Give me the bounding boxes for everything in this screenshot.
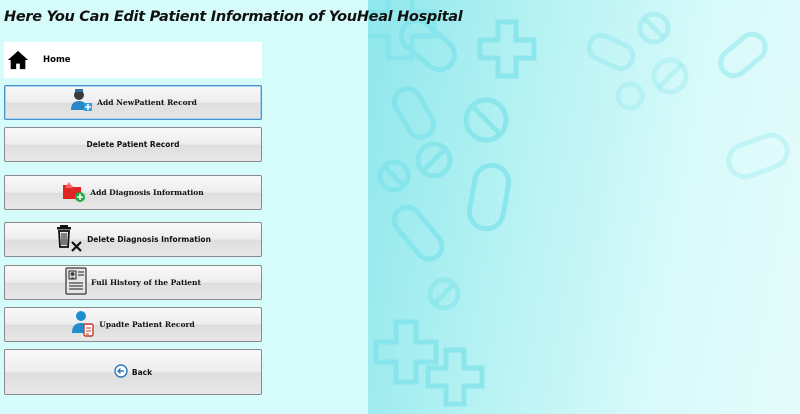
add-diagnosis-information-button[interactable]: Add Diagnosis Information xyxy=(4,175,262,210)
trash-delete-icon xyxy=(55,223,83,257)
delete-patient-record-label: Delete Patient Record xyxy=(86,140,180,149)
user-edit-icon xyxy=(71,309,95,341)
update-patient-record-button[interactable]: Upadte Patient Record xyxy=(4,307,262,342)
home-label: Home xyxy=(43,55,71,65)
back-button[interactable]: Back xyxy=(4,349,262,395)
back-arrow-icon xyxy=(114,363,128,382)
doctor-add-icon xyxy=(69,88,93,118)
delete-diagnosis-information-label: Delete Diagnosis Information xyxy=(87,235,211,244)
add-new-patient-record-button[interactable]: Add NewPatient Record xyxy=(4,85,262,120)
patient-card-icon xyxy=(65,266,87,299)
decorative-background xyxy=(368,0,800,414)
full-history-label: Full History of the Patient xyxy=(91,278,201,287)
full-history-button[interactable]: Full History of the Patient xyxy=(4,265,262,300)
red-folder-add-icon xyxy=(62,179,86,207)
delete-diagnosis-information-button[interactable]: Delete Diagnosis Information xyxy=(4,222,262,257)
back-label: Back xyxy=(131,367,153,377)
update-patient-record-label: Upadte Patient Record xyxy=(99,320,195,329)
add-new-patient-record-label: Add NewPatient Record xyxy=(97,98,197,107)
page-title: Here You Can Edit Patient Information of… xyxy=(4,9,463,25)
delete-patient-record-button[interactable]: Delete Patient Record xyxy=(4,127,262,162)
home-icon xyxy=(7,50,29,70)
home-nav[interactable]: Home xyxy=(4,42,262,78)
add-diagnosis-information-label: Add Diagnosis Information xyxy=(90,188,204,197)
